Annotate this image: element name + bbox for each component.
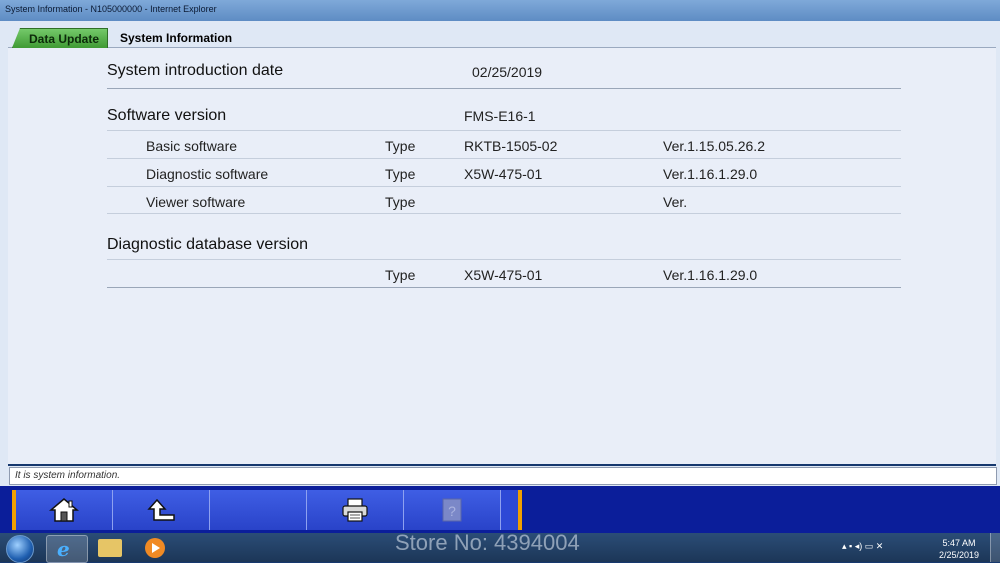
intro-date-label: System introduction date (107, 62, 284, 79)
help-button[interactable]: ? (404, 490, 501, 530)
empty-toolbar-button (210, 490, 307, 530)
viewer-software-type: Type (385, 194, 416, 210)
basic-software-name: Basic software (146, 138, 238, 154)
basic-software-version: Ver.1.15.05.26.2 (663, 138, 765, 154)
start-button[interactable] (6, 535, 34, 563)
software-version-value: FMS-E16-1 (464, 108, 536, 124)
home-icon (49, 498, 79, 522)
divider (107, 259, 901, 260)
diagnostic-software-name: Diagnostic software (146, 166, 269, 182)
divider (107, 213, 901, 214)
viewer-software-version: Ver. (663, 194, 688, 210)
bottom-toolbar: ? (12, 490, 522, 530)
media-player-icon[interactable] (145, 538, 165, 558)
basic-software-code: RKTB-1505-02 (464, 138, 558, 154)
intro-date-value: 02/25/2019 (472, 64, 543, 80)
diagnostic-software-type: Type (385, 166, 416, 182)
home-button[interactable] (16, 490, 113, 530)
viewer-software-name: Viewer software (146, 194, 246, 210)
basic-software-type: Type (385, 138, 416, 154)
status-text: It is system information. (15, 470, 121, 481)
status-bar: It is system information. (9, 467, 997, 485)
back-up-arrow-icon (147, 498, 175, 521)
diagnostic-software-code: X5W-475-01 (464, 166, 543, 182)
clock-date: 2/25/2019 (938, 550, 980, 560)
tab-data-update[interactable]: Data Update (12, 28, 108, 48)
software-version-label: Software version (107, 107, 227, 124)
show-desktop-button[interactable] (990, 533, 1000, 562)
watermark: Store No: 4394004 (395, 530, 580, 555)
database-version: Ver.1.16.1.29.0 (663, 267, 758, 283)
divider (107, 88, 901, 89)
window-title: System Information - N105000000 - Intern… (5, 4, 217, 14)
folder-icon[interactable] (98, 539, 122, 557)
divider (107, 186, 901, 187)
window-titlebar: System Information - N105000000 - Intern… (0, 0, 1000, 21)
frame-right (996, 21, 1000, 468)
clock[interactable]: 5:47 AM 2/25/2019 (935, 537, 983, 561)
system-tray-icons[interactable]: ▴ ▪ ◂) ▭ ✕ (842, 541, 883, 552)
back-button[interactable] (113, 490, 210, 530)
frame-left (0, 21, 8, 468)
printer-icon (342, 498, 368, 522)
database-type: Type (385, 267, 416, 283)
divider (107, 287, 901, 288)
svg-text:?: ? (448, 503, 456, 519)
database-code: X5W-475-01 (464, 267, 543, 283)
diagnostic-database-label: Diagnostic database version (107, 236, 309, 253)
clock-time: 5:47 AM (942, 538, 976, 548)
internet-explorer-icon: e (57, 537, 70, 561)
internet-explorer-taskbar-button[interactable]: e (46, 535, 88, 563)
print-button[interactable] (307, 490, 404, 530)
help-icon: ? (442, 498, 462, 522)
tab-system-information[interactable]: System Information (120, 31, 232, 45)
divider (107, 130, 901, 131)
diagnostic-software-version: Ver.1.16.1.29.0 (663, 166, 758, 182)
tab-data-update-label: Data Update (29, 32, 100, 46)
divider (107, 158, 901, 159)
